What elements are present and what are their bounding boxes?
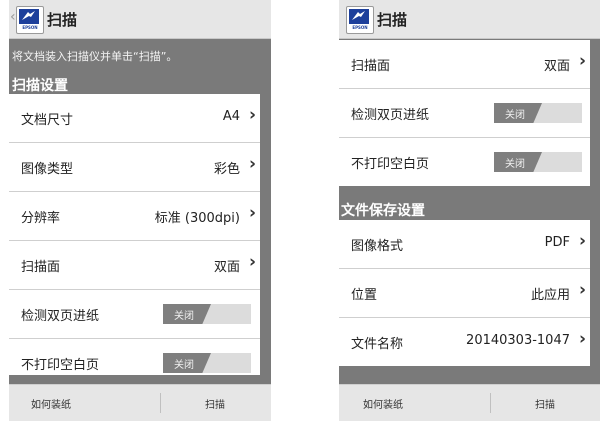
double-feed-toggle[interactable]: 关闭 <box>494 103 582 123</box>
epson-logo-icon[interactable]: EPSON <box>346 6 374 34</box>
divider <box>160 393 161 413</box>
row-double-feed-detection: 检测双页进纸 关闭 <box>339 89 590 138</box>
row-label: 文档尺寸 <box>21 113 74 128</box>
toggle-state-label: 关闭 <box>174 311 194 322</box>
chevron-right-icon: › <box>248 154 256 174</box>
row-value: 此应用 <box>530 288 570 303</box>
row-label: 分辨率 <box>21 211 61 226</box>
row-label: 不打印空白页 <box>351 157 430 172</box>
section-scan-settings: 扫描设置 <box>12 78 68 94</box>
chevron-right-icon: › <box>578 231 586 251</box>
row-location[interactable]: 位置 此应用 › <box>339 269 590 318</box>
row-label: 文件名称 <box>351 337 404 352</box>
scan-screen-left: ‹ EPSON 扫描 将文档装入扫描仪并单击“扫描”。 扫描设置 文档尺寸 A4… <box>9 0 271 421</box>
chevron-right-icon: › <box>578 51 586 71</box>
double-feed-toggle[interactable]: 关闭 <box>163 304 251 324</box>
row-label: 检测双页进纸 <box>21 309 100 324</box>
row-value: 标准 (300dpi) <box>154 211 240 226</box>
logo-text: EPSON <box>22 25 38 30</box>
row-value: PDF <box>544 235 570 250</box>
chevron-right-icon: › <box>578 329 586 349</box>
chevron-right-icon: › <box>578 280 586 300</box>
row-value: 双面 <box>213 260 240 275</box>
row-value: 双面 <box>543 59 570 74</box>
skip-blank-toggle[interactable]: 关闭 <box>163 353 251 373</box>
how-to-load-button[interactable]: 如何装纸 <box>31 396 71 411</box>
epson-logo-icon[interactable]: EPSON <box>16 6 44 34</box>
chevron-right-icon: › <box>248 203 256 223</box>
skip-blank-toggle[interactable]: 关闭 <box>494 152 582 172</box>
row-skip-blank-page: 不打印空白页 关闭 <box>339 138 590 186</box>
row-label: 位置 <box>351 288 378 303</box>
row-label: 检测双页进纸 <box>351 108 430 123</box>
scan-button[interactable]: 扫描 <box>205 396 225 411</box>
row-scan-side[interactable]: 扫描面 双面 › <box>9 241 260 290</box>
toggle-state-label: 关闭 <box>505 159 525 170</box>
row-skip-blank-page: 不打印空白页 关闭 <box>9 339 260 375</box>
page-title: 扫描 <box>47 11 78 29</box>
how-to-load-button[interactable]: 如何装纸 <box>363 396 403 411</box>
row-double-feed-detection: 检测双页进纸 关闭 <box>9 290 260 339</box>
logo-text: EPSON <box>352 25 368 30</box>
scan-settings-card: 文档尺寸 A4 › 图像类型 彩色 › 分辨率 标准 (300dpi) › 扫描… <box>9 94 260 375</box>
chevron-right-icon: › <box>248 105 256 125</box>
section-file-save-settings: 文件保存设置 <box>341 203 425 219</box>
row-value: 20140303-1047 <box>466 333 570 348</box>
page-title: 扫描 <box>377 11 408 29</box>
bottom-bar: 如何装纸 扫描 <box>9 384 271 421</box>
row-document-size[interactable]: 文档尺寸 A4 › <box>9 94 260 143</box>
row-resolution[interactable]: 分辨率 标准 (300dpi) › <box>9 192 260 241</box>
bottom-bar: 如何装纸 扫描 <box>339 384 600 421</box>
scan-settings-card: 扫描面 双面 › 检测双页进纸 关闭 不打印空白页 关闭 <box>339 40 590 186</box>
scan-screen-right: EPSON 扫描 扫描面 双面 › 检测双页进纸 关闭 不打印空白页 关闭 文件… <box>339 0 600 421</box>
row-scan-side[interactable]: 扫描面 双面 › <box>339 40 590 89</box>
toggle-state-label: 关闭 <box>505 110 525 121</box>
row-value: A4 <box>222 109 240 124</box>
title-bar: ‹ EPSON 扫描 <box>9 0 271 39</box>
scan-button[interactable]: 扫描 <box>535 396 555 411</box>
toggle-state-label: 关闭 <box>174 360 194 371</box>
instruction-text: 将文档装入扫描仪并单击“扫描”。 <box>12 50 178 63</box>
chevron-right-icon: › <box>248 252 256 272</box>
row-label: 图像格式 <box>351 239 404 254</box>
row-file-name[interactable]: 文件名称 20140303-1047 › <box>339 318 590 366</box>
divider <box>490 393 491 413</box>
row-label: 扫描面 <box>351 59 391 74</box>
row-label: 不打印空白页 <box>21 358 100 373</box>
row-label: 扫描面 <box>21 260 61 275</box>
row-image-type[interactable]: 图像类型 彩色 › <box>9 143 260 192</box>
title-bar: EPSON 扫描 <box>339 0 600 39</box>
row-image-format[interactable]: 图像格式 PDF › <box>339 220 590 269</box>
back-icon[interactable]: ‹ <box>10 10 16 24</box>
row-label: 图像类型 <box>21 162 74 177</box>
file-settings-card: 图像格式 PDF › 位置 此应用 › 文件名称 20140303-1047 › <box>339 220 590 366</box>
row-value: 彩色 <box>213 162 240 177</box>
